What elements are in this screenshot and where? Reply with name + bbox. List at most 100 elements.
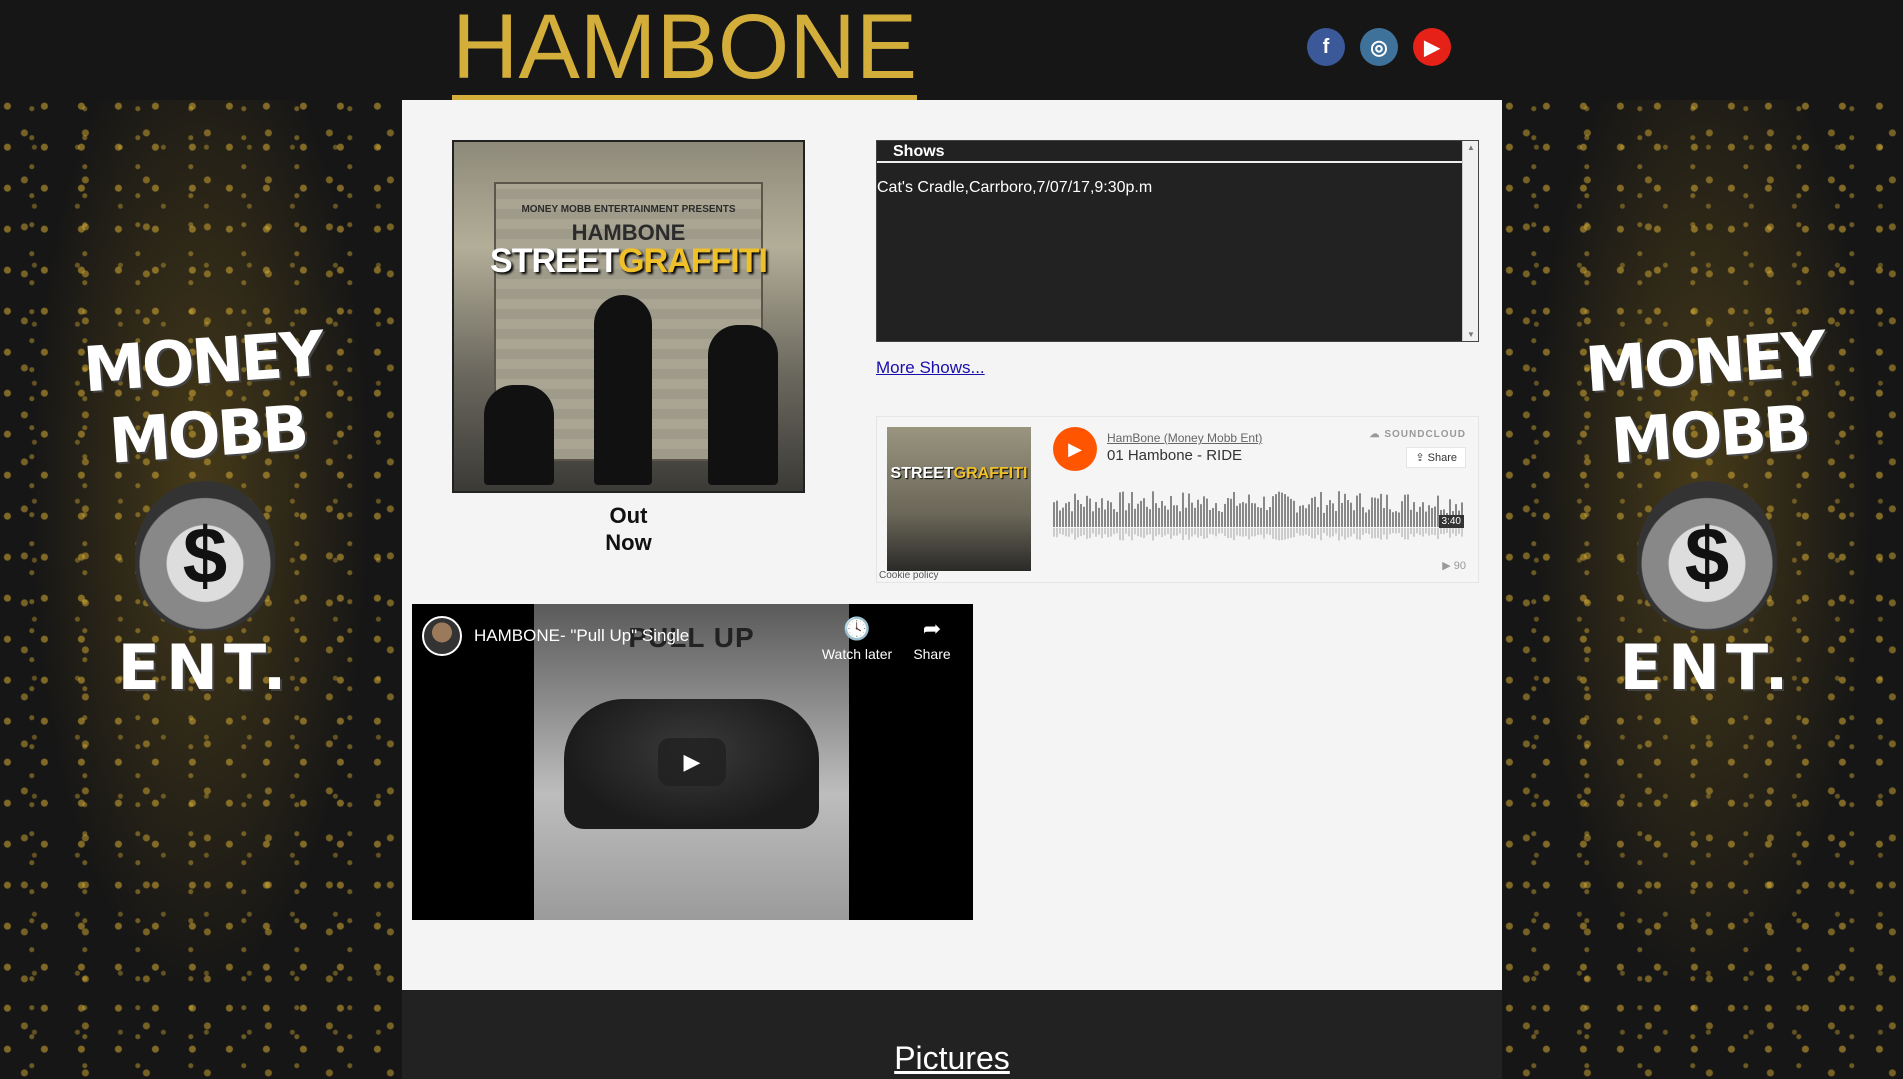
waveform-bar [1089, 498, 1091, 527]
waveform-bar [1254, 503, 1256, 527]
waveform-bar [1353, 510, 1355, 527]
waveform-bar [1287, 496, 1289, 527]
waveform-bar [1221, 511, 1223, 527]
waveform-reflection [1101, 528, 1103, 539]
scroll-down-icon[interactable]: ▼ [1467, 330, 1475, 339]
video-title[interactable]: HAMBONE- "Pull Up" Single [474, 626, 689, 646]
waveform-bar [1317, 507, 1319, 527]
watch-later-button[interactable]: 🕓 Watch later [817, 616, 897, 662]
waveform-reflection [1260, 528, 1262, 535]
waveform-reflection [1164, 528, 1166, 536]
waveform-reflection [1458, 528, 1460, 534]
pictures-heading[interactable]: Pictures [402, 1040, 1502, 1077]
waveform-bar [1161, 500, 1163, 527]
waveform-reflection [1248, 528, 1250, 540]
waveform-reflection [1065, 528, 1067, 537]
waveform-reflection [1332, 528, 1334, 537]
soundcloud-share-button[interactable]: ⇪ Share [1406, 447, 1466, 468]
waveform-bar [1377, 498, 1379, 527]
channel-avatar[interactable] [422, 616, 462, 656]
waveform-reflection [1341, 528, 1343, 537]
youtube-embed[interactable]: PULL UP HAMBONE- "Pull Up" Single 🕓 Watc… [412, 604, 973, 920]
waveform-bar [1173, 505, 1175, 527]
waveform-reflection [1356, 528, 1358, 540]
waveform-bar [1131, 491, 1133, 527]
waveform-reflection [1419, 528, 1421, 536]
play-icon[interactable]: ▶ [1053, 427, 1097, 471]
waveform-reflection [1215, 528, 1217, 537]
waveform-reflection [1227, 528, 1229, 539]
album-figure [484, 385, 554, 485]
waveform-reflection [1074, 528, 1076, 540]
waveform-reflection [1236, 528, 1238, 536]
waveform-reflection [1095, 528, 1097, 537]
shows-box[interactable]: Shows Cat's Cradle,Carrboro,7/07/17,9:30… [876, 140, 1479, 342]
social-links: f ◎ ▶ [1307, 28, 1451, 66]
cookie-policy-link[interactable]: Cookie policy [879, 570, 938, 581]
logo-text-top: MONEY MOBB [1582, 316, 1826, 478]
waveform-bar [1191, 502, 1193, 527]
waveform-bar [1428, 505, 1430, 527]
waveform-reflection [1077, 528, 1079, 538]
show-item: Cat's Cradle,Carrboro,7/07/17,9:30p.m [877, 179, 1153, 196]
waveform-bar [1167, 509, 1169, 527]
waveform-reflection [1278, 528, 1280, 541]
logo-text-bottom: ENT. [1619, 631, 1795, 704]
waveform-reflection [1113, 528, 1115, 535]
waveform-reflection [1347, 528, 1349, 538]
soundcloud-logo[interactable]: ☁ SOUNDCLOUD [1370, 429, 1466, 440]
waveform-bar [1197, 499, 1199, 527]
waveform-bar [1098, 507, 1100, 527]
youtube-icon[interactable]: ▶ [1413, 28, 1451, 66]
waveform-bar [1356, 495, 1358, 527]
waveform-bar [1086, 495, 1088, 527]
facebook-icon[interactable]: f [1307, 28, 1345, 66]
waveform-bar [1374, 497, 1376, 527]
waveform-bar [1347, 500, 1349, 527]
waveform-reflection [1380, 528, 1382, 540]
scroll-up-icon[interactable]: ▲ [1467, 143, 1475, 152]
waveform-bar [1284, 494, 1286, 527]
waveform-reflection [1305, 528, 1307, 535]
more-shows-link[interactable]: More Shows... [876, 358, 985, 378]
waveform-bar [1077, 500, 1079, 527]
site-title[interactable]: HAMBONE [452, 0, 918, 101]
waveform-bar [1332, 503, 1334, 527]
share-icon: ➦ [922, 616, 942, 641]
soundcloud-waveform[interactable] [1053, 487, 1465, 547]
soundcloud-user-link[interactable]: HamBone (Money Mobb Ent) [1107, 431, 1262, 445]
waveform-reflection [1098, 528, 1100, 535]
waveform-bar [1176, 505, 1178, 527]
waveform-reflection [1440, 528, 1442, 534]
waveform-bar [1290, 498, 1292, 527]
waveform-reflection [1119, 528, 1121, 541]
waveform-reflection [1371, 528, 1373, 539]
waveform-bar [1233, 491, 1235, 527]
waveform-bar [1203, 496, 1205, 527]
video-play-button[interactable]: ▶ [658, 738, 726, 786]
waveform-bar [1413, 502, 1415, 527]
logo-text-bottom: ENT. [117, 631, 293, 704]
waveform-bar [1275, 494, 1277, 527]
waveform-reflection [1461, 528, 1463, 537]
waveform-reflection [1251, 528, 1253, 537]
waveform-reflection [1326, 528, 1328, 536]
waveform-bar [1371, 497, 1373, 527]
waveform-reflection [1323, 528, 1325, 533]
soundcloud-track-title[interactable]: 01 Hambone - RIDE [1107, 447, 1242, 464]
shows-scrollbar[interactable]: ▲ ▼ [1462, 141, 1478, 341]
waveform-reflection [1263, 528, 1265, 539]
waveform-bar [1149, 509, 1151, 527]
waveform-reflection [1143, 528, 1145, 539]
waveform-bar [1146, 506, 1148, 527]
share-button[interactable]: ➦ Share [892, 616, 972, 662]
waveform-bar [1236, 505, 1238, 527]
waveform-reflection [1434, 528, 1436, 536]
waveform-reflection [1452, 528, 1454, 534]
instagram-icon[interactable]: ◎ [1360, 28, 1398, 66]
waveform-reflection [1140, 528, 1142, 538]
soundcloud-artwork[interactable]: STREETGRAFFITI [887, 427, 1031, 571]
waveform-bar [1083, 506, 1085, 527]
waveform-reflection [1431, 528, 1433, 535]
waveform-bar [1224, 503, 1226, 527]
